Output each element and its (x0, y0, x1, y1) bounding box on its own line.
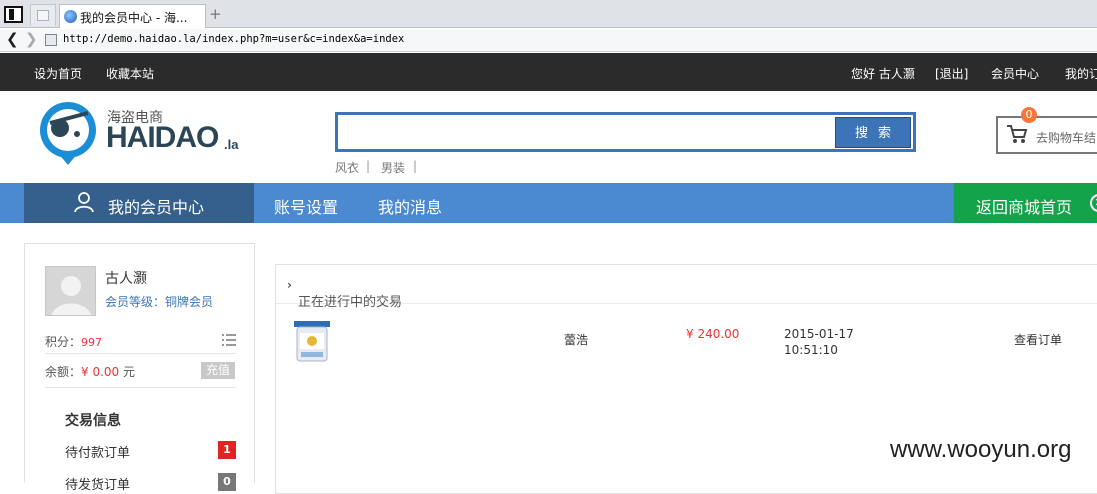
order-time: 10:51:10 (784, 343, 838, 357)
cart-label: 去购物车结 (1036, 131, 1097, 145)
greeting-text: 您好 古人灏 (851, 67, 915, 81)
hot-keyword-menswear[interactable]: 男装 (381, 159, 405, 176)
pending-shipment-link[interactable]: 待发货订单 (65, 474, 130, 493)
view-order-link[interactable]: 查看订单 (1014, 331, 1062, 348)
pending-payment-link[interactable]: 待付款订单 (65, 442, 130, 461)
shopping-cart-icon (1007, 125, 1028, 143)
hot-keyword-separator: | (413, 159, 418, 173)
nav-my-messages[interactable]: 我的消息 (378, 194, 442, 218)
points-label: 积分： (45, 335, 82, 349)
points-value: 997 (81, 336, 103, 349)
nav-member-center-label: 我的会员中心 (108, 198, 205, 217)
close-circle-icon: ✕ (1090, 194, 1097, 212)
search-button[interactable]: 搜索 (835, 117, 911, 148)
product-thumbnail-icon[interactable] (294, 319, 330, 363)
active-orders-title-text: 正在进行中的交易 (298, 295, 403, 310)
logo-suffix: .la (224, 137, 239, 152)
logout-link[interactable]: [退出] (935, 65, 968, 82)
browser-tab-bar: 我的会员中心 - 海... + (0, 0, 1097, 28)
list-icon[interactable] (222, 334, 236, 346)
blank-page-icon (37, 10, 49, 21)
member-level-label: 会员等级： (105, 295, 166, 309)
search-bar: 搜索 (335, 112, 916, 152)
pending-shipment-badge: 0 (218, 473, 236, 491)
recharge-button[interactable]: 充值 (201, 362, 235, 379)
cart-count-badge: 0 (1021, 107, 1037, 123)
pending-payment-badge: 1 (218, 441, 236, 459)
member-level-value[interactable]: 铜牌会员 (165, 295, 213, 309)
sidebar-toggle-icon[interactable] (4, 6, 23, 23)
watermark-text: www.wooyun.org (890, 436, 1072, 463)
hot-keyword-windbreaker[interactable]: 风衣 (335, 159, 359, 176)
site-top-bar: 设为首页 收藏本站 您好 古人灏 [退出] 会员中心 我的订 (0, 53, 1097, 91)
main-nav: 我的会员中心 账号设置 我的消息 返回商城首页 ✕ (0, 183, 1097, 223)
address-bar: ❮ ❯ http://demo.haidao.la/index.php?m=us… (0, 29, 1097, 52)
back-to-mall-button[interactable]: 返回商城首页 ✕ (954, 183, 1097, 223)
bookmark-link[interactable]: 收藏本站 (106, 65, 154, 82)
new-tab-button[interactable]: + (209, 5, 222, 23)
active-orders-title[interactable]: 正在进行中的交易 › (287, 278, 402, 310)
my-orders-link[interactable]: 我的订 (1065, 65, 1097, 82)
forward-button[interactable]: ❯ (25, 30, 38, 48)
nav-account-settings[interactable]: 账号设置 (274, 194, 338, 218)
member-sidebar: 古人灏 会员等级：铜牌会员 积分：997 余额：¥ 0.00 元 充值 交易信息… (24, 243, 255, 493)
balance-value: ¥ 0.00 (81, 365, 120, 379)
order-date: 2015-01-17 (784, 327, 854, 341)
cart-button[interactable]: 去购物车结 (996, 116, 1097, 154)
favicon-icon (64, 10, 77, 23)
tab-title: 我的会员中心 - 海... (80, 11, 188, 25)
nav-member-center[interactable]: 我的会员中心 (24, 183, 254, 223)
active-tab[interactable]: 我的会员中心 - 海... (59, 4, 206, 28)
url-field[interactable]: http://demo.haidao.la/index.php?m=user&c… (63, 33, 404, 45)
order-product-name[interactable]: 蕾浩 (564, 331, 588, 348)
hot-keyword-separator: | (366, 159, 371, 173)
default-avatar-icon (51, 276, 92, 315)
divider (45, 387, 236, 388)
chevron-right-icon: › (287, 278, 292, 292)
balance-row: 余额：¥ 0.00 元 (45, 363, 135, 380)
balance-unit: 元 (123, 365, 136, 379)
points-row: 积分：997 (45, 333, 102, 350)
trade-info-title: 交易信息 (65, 413, 121, 429)
back-to-mall-label: 返回商城首页 (976, 198, 1073, 217)
set-home-link[interactable]: 设为首页 (34, 65, 82, 82)
order-price: ¥ 240.00 (686, 327, 740, 341)
user-icon (74, 192, 94, 212)
logo-icon[interactable] (36, 101, 100, 165)
back-button[interactable]: ❮ (6, 30, 19, 48)
search-input[interactable] (340, 117, 827, 147)
avatar[interactable] (45, 266, 96, 316)
balance-label: 余额： (45, 365, 82, 379)
panel-header: 正在进行中的交易 › (276, 265, 1097, 310)
divider (45, 353, 236, 354)
blank-tab[interactable] (30, 4, 56, 26)
page-icon (45, 34, 57, 46)
user-name: 古人灏 (105, 271, 147, 287)
member-center-link[interactable]: 会员中心 (991, 65, 1039, 82)
member-level: 会员等级：铜牌会员 (105, 293, 213, 310)
logo-text[interactable]: HAIDAO (106, 121, 219, 155)
